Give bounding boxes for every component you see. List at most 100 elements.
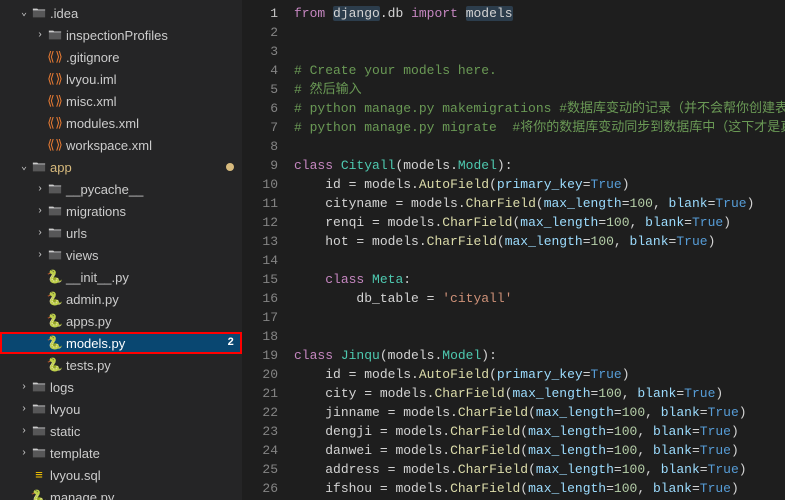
tree-item-label: __pycache__ <box>66 182 242 197</box>
line-number: 11 <box>242 194 278 213</box>
line-number: 3 <box>242 42 278 61</box>
folder-icon <box>30 6 48 20</box>
code-line[interactable]: city = models.CharField(max_length=100, … <box>294 384 785 403</box>
chevron-icon[interactable]: › <box>34 206 46 217</box>
tree-item-tests-py[interactable]: 🐍tests.py <box>0 354 242 376</box>
tree-item--idea[interactable]: ⌄ .idea <box>0 2 242 24</box>
code-line[interactable] <box>294 327 785 346</box>
chevron-icon[interactable]: ⌄ <box>18 7 30 19</box>
tree-item-apps-py[interactable]: 🐍apps.py <box>0 310 242 332</box>
tree-item-workspace-xml[interactable]: ⟪⟫workspace.xml <box>0 134 242 156</box>
chevron-icon[interactable]: › <box>34 228 46 239</box>
line-number: 26 <box>242 479 278 498</box>
tree-item-lvyou-sql[interactable]: ≡lvyou.sql <box>0 464 242 486</box>
chevron-icon[interactable]: › <box>34 30 46 41</box>
line-number: 16 <box>242 289 278 308</box>
line-number: 14 <box>242 251 278 270</box>
tree-item--gitignore[interactable]: ⟪⟫.gitignore <box>0 46 242 68</box>
line-number: 17 <box>242 308 278 327</box>
line-number: 24 <box>242 441 278 460</box>
tree-item-modules-xml[interactable]: ⟪⟫modules.xml <box>0 112 242 134</box>
tree-item-label: modules.xml <box>66 116 242 131</box>
tree-item-urls[interactable]: ›urls <box>0 222 242 244</box>
tree-item-misc-xml[interactable]: ⟪⟫misc.xml <box>0 90 242 112</box>
line-number: 13 <box>242 232 278 251</box>
tree-item-label: .idea <box>50 6 242 21</box>
line-number: 15 <box>242 270 278 289</box>
chevron-icon[interactable]: › <box>18 382 30 393</box>
code-line[interactable]: dengji = models.CharField(max_length=100… <box>294 422 785 441</box>
code-line[interactable]: class Cityall(models.Model): <box>294 156 785 175</box>
code-line[interactable]: jinname = models.CharField(max_length=10… <box>294 403 785 422</box>
line-number: 20 <box>242 365 278 384</box>
tree-item-manage-py[interactable]: 🐍manage.py <box>0 486 242 500</box>
code-line[interactable] <box>294 308 785 327</box>
tree-item-label: template <box>50 446 242 461</box>
tree-item-static[interactable]: ›static <box>0 420 242 442</box>
code-line[interactable]: class Meta: <box>294 270 785 289</box>
line-number: 10 <box>242 175 278 194</box>
code-line[interactable]: id = models.AutoField(primary_key=True) <box>294 175 785 194</box>
code-line[interactable]: hot = models.CharField(max_length=100, b… <box>294 232 785 251</box>
tree-item---init---py[interactable]: 🐍__init__.py <box>0 266 242 288</box>
code-line[interactable]: # python manage.py makemigrations #数据库变动… <box>294 99 785 118</box>
code-line[interactable]: renqi = models.CharField(max_length=100,… <box>294 213 785 232</box>
tree-item-views[interactable]: › views <box>0 244 242 266</box>
py-icon: 🐍 <box>46 292 64 307</box>
code-line[interactable]: cityname = models.CharField(max_length=1… <box>294 194 785 213</box>
py-icon: 🐍 <box>46 358 64 373</box>
line-number: 5 <box>242 80 278 99</box>
code-line[interactable] <box>294 251 785 270</box>
folder-icon <box>30 402 48 416</box>
xml-icon: ⟪⟫ <box>46 138 64 153</box>
chevron-icon[interactable]: › <box>34 184 46 195</box>
tree-item-migrations[interactable]: ›migrations <box>0 200 242 222</box>
tree-item-label: lvyou.iml <box>66 72 242 87</box>
chevron-icon[interactable]: ⌄ <box>18 161 30 173</box>
xml-icon: ⟪⟫ <box>46 116 64 131</box>
code-line[interactable]: danwei = models.CharField(max_length=100… <box>294 441 785 460</box>
tree-item-label: misc.xml <box>66 94 242 109</box>
tree-item-inspectionprofiles[interactable]: ›inspectionProfiles <box>0 24 242 46</box>
code-line[interactable] <box>294 42 785 61</box>
code-line[interactable]: class Jinqu(models.Model): <box>294 346 785 365</box>
tree-item---pycache--[interactable]: › __pycache__ <box>0 178 242 200</box>
code-line[interactable] <box>294 23 785 42</box>
code-line[interactable]: ifshou = models.CharField(max_length=100… <box>294 479 785 498</box>
tree-item-logs[interactable]: ›logs <box>0 376 242 398</box>
chevron-icon[interactable]: › <box>18 426 30 437</box>
line-number: 4 <box>242 61 278 80</box>
code-line[interactable]: id = models.AutoField(primary_key=True) <box>294 365 785 384</box>
code-line[interactable]: # python manage.py migrate #将你的数据库变动同步到数… <box>294 118 785 137</box>
tree-item-label: manage.py <box>50 490 242 500</box>
tree-item-lvyou-iml[interactable]: ⟪⟫lvyou.iml <box>0 68 242 90</box>
tree-item-label: views <box>66 248 242 263</box>
tree-item-models-py[interactable]: 🐍models.py2 <box>0 332 242 354</box>
tree-item-label: app <box>50 160 226 175</box>
chevron-icon[interactable]: › <box>18 448 30 459</box>
tree-item-lvyou[interactable]: ›lvyou <box>0 398 242 420</box>
code-content[interactable]: from django.db import models # Create yo… <box>290 0 785 500</box>
line-number: 21 <box>242 384 278 403</box>
chevron-icon[interactable]: › <box>18 404 30 415</box>
code-line[interactable]: db_table = 'cityall' <box>294 289 785 308</box>
code-line[interactable] <box>294 137 785 156</box>
folder-icon <box>30 446 48 460</box>
tree-item-label: admin.py <box>66 292 242 307</box>
code-line[interactable]: # 然后输入 <box>294 80 785 99</box>
xml-icon: ⟪⟫ <box>46 94 64 109</box>
code-line[interactable]: address = models.CharField(max_length=10… <box>294 460 785 479</box>
folder-icon <box>46 28 64 42</box>
code-editor[interactable]: 1234567891011121314151617181920212223242… <box>242 0 785 500</box>
tree-item-admin-py[interactable]: 🐍admin.py <box>0 288 242 310</box>
tree-item-template[interactable]: › template <box>0 442 242 464</box>
code-line[interactable]: from django.db import models <box>294 4 785 23</box>
line-number: 6 <box>242 99 278 118</box>
tree-item-label: .gitignore <box>66 50 242 65</box>
chevron-icon[interactable]: › <box>34 250 46 261</box>
tree-item-app[interactable]: ⌄ app <box>0 156 242 178</box>
tree-item-label: models.py <box>66 336 219 351</box>
code-line[interactable]: # Create your models here. <box>294 61 785 80</box>
file-explorer[interactable]: ⌄.idea›inspectionProfiles⟪⟫.gitignore⟪⟫l… <box>0 0 242 500</box>
xml-icon: ⟪⟫ <box>46 50 64 65</box>
